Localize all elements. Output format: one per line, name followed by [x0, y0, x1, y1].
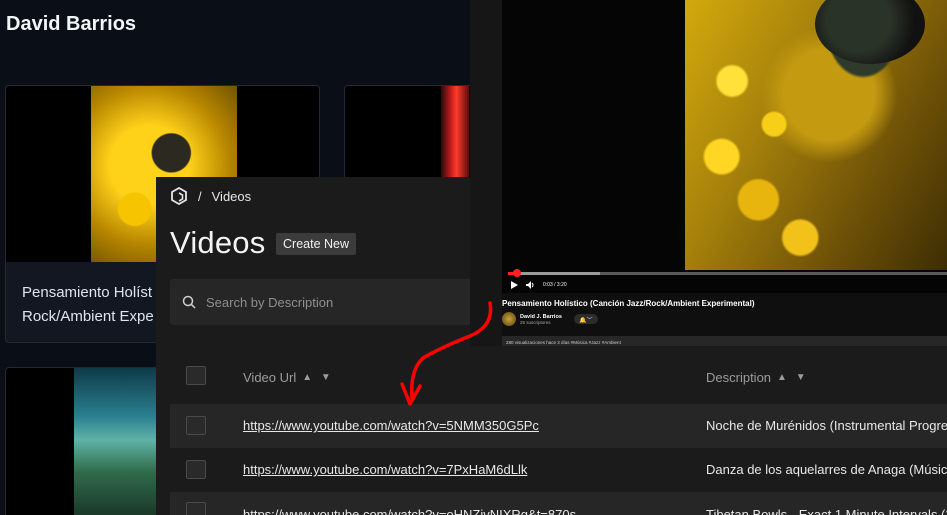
player-controls: 0:03 / 3:20 — [510, 280, 567, 290]
avatar[interactable] — [502, 312, 516, 326]
column-label: Video Url — [243, 370, 297, 385]
breadcrumb: / Videos — [170, 186, 251, 206]
app-logo-icon[interactable] — [170, 187, 188, 205]
video-card[interactable] — [5, 367, 165, 515]
bell-icon[interactable]: 🔔﹀ — [573, 314, 598, 324]
row-checkbox[interactable] — [186, 502, 206, 515]
table-row[interactable]: https://www.youtube.com/watch?v=5NMM350G… — [170, 404, 947, 448]
breadcrumb-separator: / — [198, 188, 202, 204]
channel-name[interactable]: David J. Barrios — [520, 314, 562, 320]
sort-icon[interactable]: ▲ ▼ — [777, 372, 809, 383]
sort-icon[interactable]: ▲ ▼ — [302, 372, 334, 383]
progress-knob[interactable] — [512, 269, 521, 277]
search-input[interactable] — [206, 294, 466, 310]
video-description: Tibetan Bowls - Exact 1 Minute Intervals… — [706, 507, 947, 515]
column-video-url[interactable]: Video Url ▲ ▼ — [243, 370, 334, 385]
buffer-fill — [516, 272, 601, 275]
video-url-link[interactable]: https://www.youtube.com/watch?v=5NMM350G… — [243, 418, 539, 433]
video-thumbnail[interactable] — [345, 86, 483, 184]
progress-bar[interactable] — [508, 269, 947, 277]
subscriber-count: 25 suscriptores — [520, 319, 551, 325]
column-label: Description — [706, 370, 772, 385]
video-description: Noche de Murénidos (Instrumental Progre — [706, 418, 947, 433]
time-display: 0:03 / 3:20 — [543, 282, 567, 288]
portfolio-title: David Barrios — [6, 13, 137, 35]
video-description: Danza de los aquelarres de Anaga (Música — [706, 462, 947, 477]
page-title: Videos — [170, 225, 266, 260]
video-title[interactable]: Pensamiento Holístico (Canción Jazz/Rock… — [502, 299, 755, 308]
column-description[interactable]: Description ▲ ▼ — [706, 370, 809, 385]
play-icon[interactable] — [510, 281, 518, 289]
video-player[interactable] — [502, 0, 947, 293]
channel-info[interactable]: David J. Barrios 25 suscriptores 🔔﹀ — [502, 312, 598, 326]
row-checkbox[interactable] — [186, 416, 206, 435]
video-frame — [685, 0, 947, 270]
table-row[interactable]: https://www.youtube.com/watch?v=7PxHaM6d… — [170, 448, 947, 492]
table-header: Video Url ▲ ▼ Description ▲ ▼ — [170, 362, 947, 392]
row-checkbox[interactable] — [186, 460, 206, 479]
video-thumbnail[interactable] — [6, 368, 164, 515]
video-card[interactable] — [344, 85, 484, 185]
table-row[interactable]: https://www.youtube.com/watch?v=oHNZivNI… — [170, 492, 947, 515]
video-url-link[interactable]: https://www.youtube.com/watch?v=oHNZivNI… — [243, 507, 576, 515]
youtube-embed[interactable]: 0:03 / 3:20 Pensamiento Holístico (Canci… — [470, 0, 947, 346]
create-new-button[interactable]: Create New — [276, 233, 356, 255]
volume-icon[interactable] — [526, 281, 535, 289]
search-box[interactable] — [170, 279, 500, 325]
search-icon — [182, 295, 196, 309]
breadcrumb-current[interactable]: Videos — [212, 189, 252, 204]
video-stats: 280 visualizaciones hace 3 días #Música … — [502, 336, 947, 346]
video-url-link[interactable]: https://www.youtube.com/watch?v=7PxHaM6d… — [243, 462, 527, 477]
select-all-checkbox[interactable] — [186, 366, 206, 385]
